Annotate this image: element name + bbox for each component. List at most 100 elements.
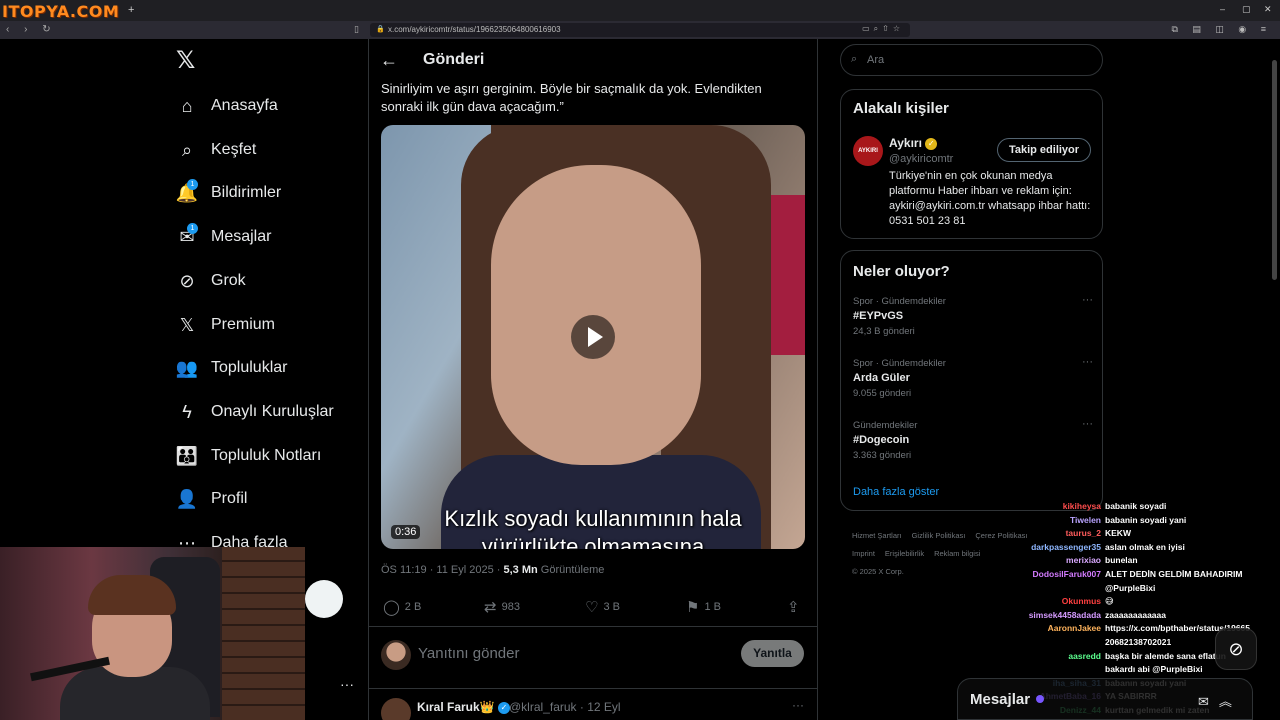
reply-input[interactable]: Yanıtını gönder (418, 645, 519, 662)
related-handle[interactable]: @aykiricomtr (889, 153, 953, 165)
trend-category: Gündemdekiler (853, 420, 918, 431)
avatar[interactable] (381, 698, 411, 720)
trend-posts: 3.363 gönderi (853, 450, 912, 461)
watermark-logo: ITOPYA.COM (2, 2, 120, 21)
footer-link[interactable]: Reklam bilgisi (934, 549, 980, 558)
back-arrow-icon[interactable]: ← (380, 50, 398, 71)
more-icon[interactable]: ··· (792, 698, 804, 712)
scrollbar[interactable] (1272, 60, 1277, 280)
chat-username[interactable]: DodosilFaruk007 (1000, 568, 1105, 582)
sidebar-item-7[interactable]: ϟ Onaylı Kuruluşlar (176, 397, 333, 427)
profile-icon: 👤 (175, 488, 199, 509)
chat-username[interactable]: simsek4458adada (1000, 609, 1105, 623)
sidebar-item-5[interactable]: 𝕏 Premium (176, 310, 275, 340)
avatar[interactable]: AYKIRI (853, 136, 883, 166)
x-logo-icon[interactable]: 𝕏 (176, 49, 198, 73)
expand-icon: ︽ (1218, 694, 1242, 709)
repost-count: 983 (501, 601, 520, 613)
trend-item[interactable]: Gündemdekiler #Dogecoin 3.363 gönderi ··· (853, 418, 1093, 461)
more-icon[interactable]: ··· (1082, 418, 1093, 430)
notification-badge: 1 (187, 179, 198, 190)
chat-username[interactable]: kikiheysa (1000, 500, 1105, 514)
post-time[interactable]: ÖS 11:19 · 11 Eyl 2025 · (381, 564, 504, 576)
chat-username[interactable] (1000, 636, 1105, 650)
chat-username[interactable]: Tiwelen (1000, 514, 1105, 528)
minimize-button[interactable]: – (1220, 4, 1225, 14)
related-bio: Türkiye'nin en çok okunan medya platform… (889, 170, 1091, 227)
bookmark-action[interactable]: ⚑ 1 B (686, 598, 721, 616)
repost-icon: ⇄ (484, 599, 497, 616)
chat-message: @PurpleBixi (1000, 582, 1280, 596)
messages-drawer[interactable]: Mesajlar ✉︽ (957, 678, 1253, 720)
related-name[interactable]: Aykırı ✓ (889, 136, 938, 150)
reply-button[interactable]: Yanıtla (741, 640, 804, 667)
reply-author-name[interactable]: Kıral Faruk👑 ✓ (417, 700, 510, 714)
like-count: 3 B (603, 601, 620, 613)
home-icon: ⌂ (181, 95, 193, 116)
browser-nav-icons[interactable]: ‹ › ↻ (6, 24, 57, 35)
chat-username[interactable]: aasredd (1000, 650, 1105, 664)
reply-author-handle[interactable]: @klral_faruk · 12 Eyl (509, 700, 621, 714)
chat-text: aslan olmak en iyisi (1105, 541, 1185, 552)
chat-username[interactable]: darkpassenger35 (1000, 541, 1105, 555)
grok-icon[interactable]: ⊘ (1215, 628, 1257, 670)
maximize-button[interactable]: ▢ (1242, 4, 1251, 15)
more-icon[interactable]: ··· (1082, 356, 1093, 368)
sidebar-item-9[interactable]: 👤 Profil (175, 484, 248, 514)
footer-link[interactable]: Erişilebilirlik (885, 549, 924, 558)
new-tab-button[interactable]: + (128, 4, 134, 16)
chat-username[interactable]: merixiao (1000, 554, 1105, 568)
reply-action[interactable]: ◯ 2 B (383, 598, 421, 616)
address-bar[interactable]: 🔒 x.com/aykiricomtr/status/1966235064800… (370, 23, 910, 37)
avatar[interactable] (381, 640, 411, 670)
x-icon: 𝕏 (179, 314, 195, 335)
bookmark-icon: ⚑ (686, 599, 700, 616)
trend-item[interactable]: Spor · Gündemdekiler #EYPvGS 24,3 B gönder… (853, 294, 1093, 337)
footer-link[interactable]: © 2025 X Corp. (852, 567, 904, 576)
footer-link[interactable]: Hizmet Şartları (852, 531, 902, 540)
repost-action[interactable]: ⇄ 983 (484, 598, 520, 616)
trend-name: #Dogecoin (853, 434, 910, 446)
sidebar-item-3[interactable]: ✉ 1 Mesajlar (176, 222, 271, 252)
bookmark-icon[interactable]: ▯ (354, 24, 359, 35)
lightning-icon: ϟ (182, 401, 192, 422)
post-button[interactable] (305, 580, 343, 618)
bell-icon: 🔔 1 (175, 179, 199, 203)
play-icon[interactable] (571, 315, 615, 359)
footer-link[interactable]: Gizlilik Politikası (912, 531, 966, 540)
messages-actions[interactable]: ✉︽ (1198, 691, 1242, 710)
account-more-icon[interactable]: ··· (340, 676, 354, 692)
sidebar-item-0[interactable]: ⌂ Anasayfa (176, 91, 278, 121)
more-icon[interactable]: ··· (1082, 294, 1093, 306)
trend-item[interactable]: Spor · Gündemdekiler Arda Güler 9.055 gönd… (853, 356, 1093, 399)
post-video[interactable]: Kızlık soyadı kullanımının hala yürürlükt… (381, 125, 805, 549)
related-people-card: Alakalı kişiler AYKIRI Aykırı ✓ @aykiric… (840, 89, 1103, 239)
sidebar-item-2[interactable]: 🔔 1 Bildirimler (176, 178, 281, 208)
chat-message: Okunmus 😅 (1000, 595, 1280, 609)
url-actions-icons[interactable]: ▭⌕⇧☆ (862, 24, 904, 34)
chat-message: darkpassenger35 aslan olmak en iyisi (1000, 541, 1280, 555)
video-duration: 0:36 (391, 525, 421, 539)
sidebar-item-6[interactable]: 👥 Topluluklar (176, 353, 288, 383)
chat-text: ALET DEDİN GELDİM BAHADIRIM (1105, 568, 1243, 579)
show-more-link[interactable]: Daha fazla göster (853, 486, 939, 498)
search-input[interactable]: ⌕ Ara (840, 44, 1103, 76)
close-window-button[interactable]: ✕ (1264, 4, 1272, 15)
chat-username[interactable] (1000, 582, 1105, 596)
extension-icons[interactable]: ⧉ ▤ ◫ ◉ ≡ (1171, 24, 1272, 35)
like-action[interactable]: ♡ 3 B (585, 598, 620, 616)
sidebar-item-1[interactable]: ⌕ Keşfet (176, 135, 256, 165)
footer-link[interactable]: Imprint (852, 549, 875, 558)
chat-username[interactable] (1000, 663, 1105, 677)
sidebar-item-4[interactable]: ⊘ Grok (176, 266, 245, 296)
post-views: 5,3 Mn (503, 564, 538, 576)
sidebar-item-label: Profil (211, 490, 248, 507)
chat-username[interactable]: Okunmus (1000, 595, 1105, 609)
chat-username[interactable]: AaronnJakee (1000, 622, 1105, 636)
chat-username[interactable]: taurus_2 (1000, 527, 1105, 541)
following-button[interactable]: Takip ediliyor (997, 138, 1091, 162)
sidebar-item-8[interactable]: 👪 Topluluk Notları (176, 441, 321, 471)
browser-tab-strip: ITOPYA.COM + – ▢ ✕ (0, 0, 1280, 21)
trend-name: #EYPvGS (853, 310, 904, 322)
share-action[interactable]: ⇪ (787, 598, 805, 616)
